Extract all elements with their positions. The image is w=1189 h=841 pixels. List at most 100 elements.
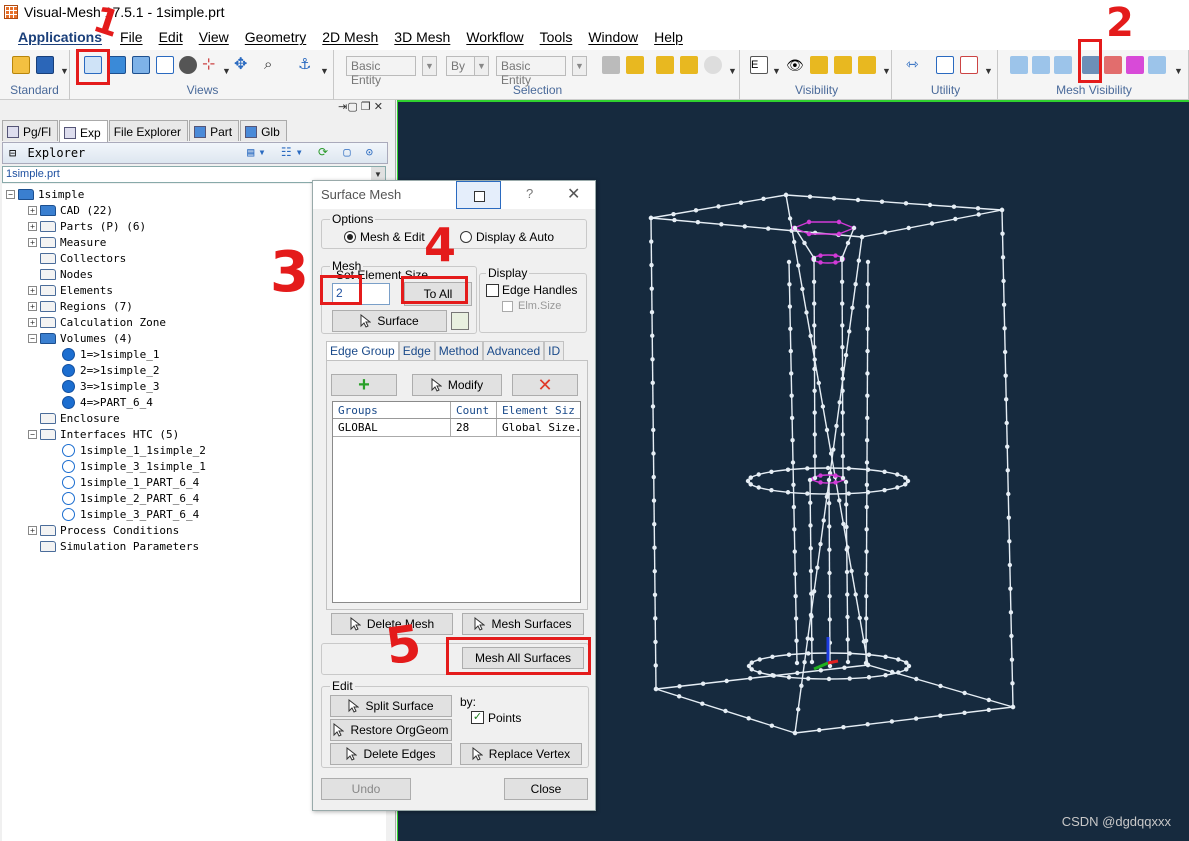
tree-node[interactable]: + Measure (28, 234, 106, 250)
explorer-tools-icons[interactable]: ▤▾ ☷▾ ⟳ ▢ ⊙ (247, 145, 377, 159)
collapse-icon[interactable]: − (6, 189, 15, 199)
restore-orggeom-button[interactable]: Restore OrgGeom (330, 719, 452, 741)
mesh-show-1-icon[interactable] (1010, 56, 1028, 74)
expand-icon[interactable]: + (28, 237, 37, 247)
show-icon[interactable] (810, 56, 828, 74)
show-all-icon[interactable] (858, 56, 876, 74)
zoom-box-icon[interactable]: ⌕ (264, 56, 282, 74)
header-count[interactable]: Count (451, 402, 497, 418)
chevron-down-icon[interactable]: ▼ (222, 66, 231, 76)
chevron-down-icon[interactable]: ▼ (882, 66, 891, 76)
menu-view[interactable]: View (199, 29, 229, 45)
chevron-down-icon[interactable]: ▼ (320, 66, 329, 76)
tree-node[interactable]: + Calculation Zone (28, 314, 166, 330)
tab-pg-fl[interactable]: Pg/Fl (2, 120, 59, 141)
tree-node[interactable]: Simulation Parameters (28, 538, 199, 554)
restore-icon[interactable]: ❐ (361, 101, 371, 113)
float-icon[interactable]: ⇥▢ (338, 101, 358, 113)
tree-node[interactable]: + CAD (22) (28, 202, 113, 218)
tree-node[interactable]: 1simple_3_PART_6_4 (50, 506, 199, 522)
menu-file[interactable]: File (120, 29, 143, 45)
add-button[interactable]: + (331, 374, 397, 396)
collapse-icon[interactable]: ⊟ (9, 146, 16, 160)
mesh-edit-radio[interactable] (344, 231, 356, 243)
table-row[interactable]: GLOBAL 28 Global Size. (333, 419, 581, 437)
tree-node[interactable]: + Elements (28, 282, 113, 298)
menu-tools[interactable]: Tools (540, 29, 573, 45)
collapse-icon[interactable]: − (28, 429, 37, 439)
display-auto-radio[interactable] (460, 231, 472, 243)
menu-3d-mesh[interactable]: 3D Mesh (394, 29, 450, 45)
entity-filter-combo[interactable]: Basic Entity (346, 56, 416, 87)
shaded-view-icon[interactable] (108, 56, 126, 74)
tab-part[interactable]: Part (189, 120, 240, 141)
render-sphere-icon[interactable] (179, 56, 197, 74)
help-button[interactable]: ? (526, 186, 533, 201)
modify-button[interactable]: Modify (412, 374, 502, 396)
menu-workflow[interactable]: Workflow (466, 29, 523, 45)
tree-node[interactable]: + Parts (P) (6) (28, 218, 146, 234)
calendar-picker-icon[interactable] (451, 312, 469, 330)
expand-icon[interactable]: + (28, 221, 37, 231)
chevron-down-icon[interactable]: ▼ (772, 66, 781, 76)
tree-node[interactable]: 1=>1simple_1 (50, 346, 159, 362)
open-folder-icon[interactable] (12, 56, 30, 74)
tab-glb[interactable]: Glb (240, 120, 287, 141)
tree-node[interactable]: 1simple_1_1simple_2 (50, 442, 206, 458)
tree-node[interactable]: 1simple_2_PART_6_4 (50, 490, 199, 506)
expand-icon[interactable]: + (28, 525, 37, 535)
header-groups[interactable]: Groups (333, 402, 451, 418)
close-button[interactable]: Close (504, 778, 588, 800)
select-tool-icon[interactable] (626, 56, 644, 74)
mesh-show-3-icon[interactable] (1054, 56, 1072, 74)
edge-handles-checkbox[interactable] (486, 284, 499, 297)
tree-node[interactable]: + Process Conditions (28, 522, 179, 538)
anchor-icon[interactable]: ⚓ (298, 56, 316, 74)
entity-filter-combo-2[interactable]: Basic Entity (496, 56, 566, 87)
shaded-edges-icon[interactable] (132, 56, 150, 74)
pan-icon[interactable]: ✥ (234, 56, 252, 74)
tree-node[interactable]: 4=>PART_6_4 (50, 394, 153, 410)
points-checkbox[interactable]: ✓ (471, 711, 484, 724)
tree-node[interactable]: 1simple_1_PART_6_4 (50, 474, 199, 490)
menu-2d-mesh[interactable]: 2D Mesh (322, 29, 378, 45)
tab-id[interactable]: ID (544, 341, 565, 360)
elm-size-checkbox[interactable] (502, 301, 513, 312)
chevron-down-icon[interactable]: ▼ (728, 66, 737, 76)
surface-button[interactable]: Surface (332, 310, 447, 332)
delete-button[interactable]: ✕ (512, 374, 578, 396)
mesh-surfaces-button[interactable]: Mesh Surfaces (462, 613, 584, 635)
select-plus-icon[interactable] (602, 56, 620, 74)
measure-icon[interactable]: ⇿ (906, 56, 924, 74)
eye-icon[interactable]: 👁 (786, 56, 804, 74)
by-combo[interactable]: By (446, 56, 476, 76)
menu-edit[interactable]: Edit (159, 29, 183, 45)
select-visible-icon[interactable]: E (750, 56, 768, 74)
menu-window[interactable]: Window (588, 29, 638, 45)
tree-node[interactable]: 2=>1simple_2 (50, 362, 159, 378)
tree-node[interactable]: Enclosure (28, 410, 120, 426)
mesh-options-icon[interactable] (1148, 56, 1166, 74)
axis-icon[interactable]: ⊹ (202, 56, 220, 74)
save-icon[interactable] (36, 56, 54, 74)
tab-edge[interactable]: Edge (398, 341, 435, 360)
tab-method[interactable]: Method (434, 341, 483, 360)
mesh-magenta-icon[interactable] (1126, 56, 1144, 74)
mesh-show-2-icon[interactable] (1032, 56, 1050, 74)
tab-exp[interactable]: Exp (59, 120, 108, 142)
close-icon[interactable]: ✕ (374, 101, 383, 113)
tree-node[interactable]: 3=>1simple_3 (50, 378, 159, 394)
expand-icon[interactable]: + (28, 285, 37, 295)
menu-help[interactable]: Help (654, 29, 683, 45)
tree-node[interactable]: Nodes (28, 266, 93, 282)
select-filter-icon[interactable] (704, 56, 722, 74)
tree-node[interactable]: + Regions (7) (28, 298, 133, 314)
mesh-red-icon[interactable] (1104, 56, 1122, 74)
expand-icon[interactable]: + (28, 301, 37, 311)
grid-icon[interactable] (936, 56, 954, 74)
undo-button[interactable]: Undo (321, 778, 411, 800)
delete-edges-button[interactable]: Delete Edges (330, 743, 452, 765)
tab-file-explorer[interactable]: File Explorer (108, 120, 189, 141)
hidden-line-icon[interactable] (156, 56, 174, 74)
tree-node[interactable]: − Interfaces HTC (5) (28, 426, 179, 442)
